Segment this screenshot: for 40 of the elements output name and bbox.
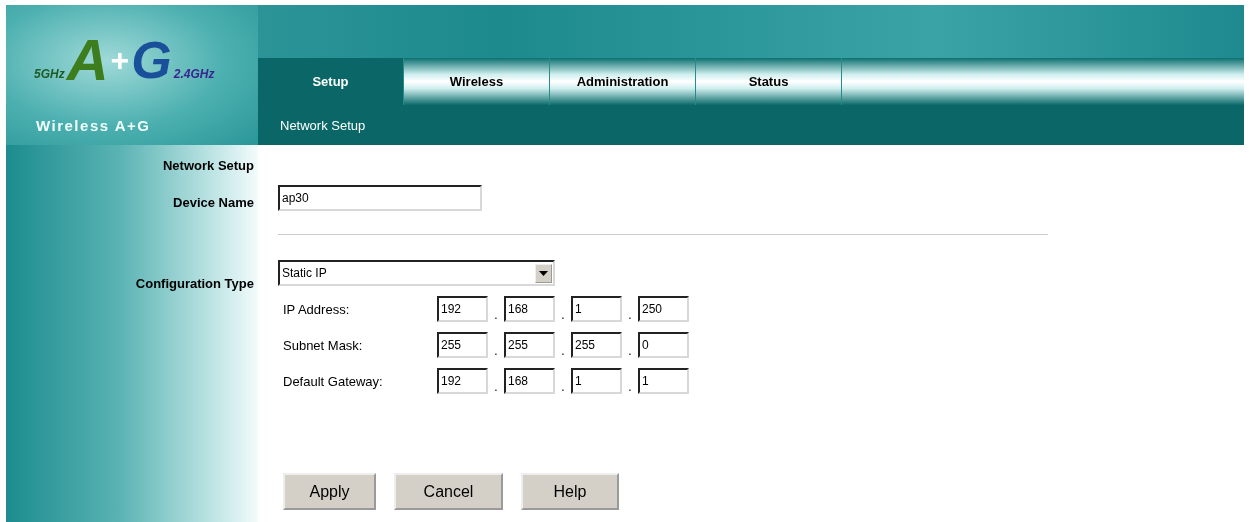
octet-field[interactable]: 1 [571,368,622,394]
octet-field[interactable]: 168 [504,368,555,394]
separator: . [493,308,499,322]
octet-field[interactable]: 168 [504,296,555,322]
separator: . [627,380,633,394]
field-label: Device Name [173,194,255,210]
subnav-tab[interactable]: Network Setup [280,117,366,133]
apply-button[interactable]: Apply [283,473,376,510]
separator: . [493,344,499,358]
separator: . [560,380,566,394]
configuration-dropdown[interactable]: Static IP [278,260,555,286]
separator: . [627,344,633,358]
octet-field[interactable]: 255 [504,332,555,358]
octet-field[interactable]: 192 [437,296,488,322]
octet-field[interactable]: 255 [571,332,622,358]
section-title: Network Setup [163,157,255,173]
separator: . [627,308,633,322]
help-button[interactable]: Help [521,473,619,510]
separator: . [560,344,566,358]
logo-band-label: 5GHz [34,67,65,81]
field-label: Subnet Mask: [282,337,364,353]
field-label: Default Gateway: [282,373,384,389]
cancel-button[interactable]: Cancel [394,473,503,510]
device-name-field[interactable]: ap30 [278,185,482,211]
logo-caption: Wireless A+G [36,117,151,134]
logo-letter: A [66,31,109,89]
separator: . [560,308,566,322]
octet-field[interactable]: 1 [638,368,689,394]
octet-field[interactable]: 255 [437,332,488,358]
nav-tab[interactable]: Setup [258,58,404,105]
field-label: IP Address: [282,301,351,317]
octet-field[interactable]: 250 [638,296,689,322]
octet-field[interactable]: 192 [437,368,488,394]
logo-letter: G [131,34,172,86]
field-label: Configuration Type [135,276,255,291]
octet-field[interactable]: 1 [571,296,622,322]
logo-plus: + [110,44,130,76]
octet-field[interactable]: 0 [638,332,689,358]
separator: . [493,380,499,394]
logo-band-label: 2.4GHz [173,67,215,81]
